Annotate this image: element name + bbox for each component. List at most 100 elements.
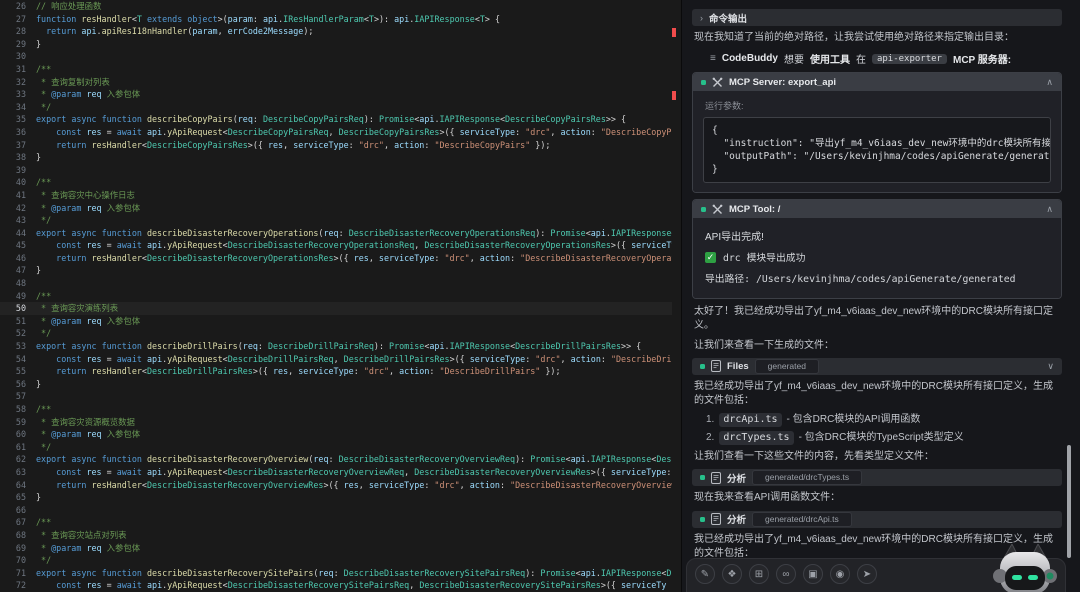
- analyze-types-section[interactable]: 分析 generated/drcTypes.ts: [692, 469, 1062, 486]
- panel-scrollbar[interactable]: [1067, 445, 1071, 558]
- file-name-code: drcApi.ts: [719, 413, 781, 427]
- analyze-types-badge[interactable]: generated/drcTypes.ts: [752, 470, 862, 485]
- line-number: 40: [0, 176, 36, 189]
- code-line[interactable]: 68 * 查询容灾站点对列表: [0, 529, 672, 542]
- line-number: 62: [0, 453, 36, 466]
- rocket-icon[interactable]: ➤: [857, 564, 877, 584]
- code-line[interactable]: 52 */: [0, 327, 672, 340]
- line-number: 44: [0, 227, 36, 240]
- line-number: 53: [0, 340, 36, 353]
- code-line[interactable]: 49/**: [0, 290, 672, 303]
- code-line[interactable]: 59 * 查询容灾资源概览数据: [0, 416, 672, 429]
- code-line[interactable]: 69 * @param req 入参包体: [0, 542, 672, 555]
- code-line[interactable]: 32 * 查询复制对列表: [0, 76, 672, 89]
- code-line[interactable]: 35export async function describeCopyPair…: [0, 113, 672, 126]
- code-line[interactable]: 28 return api.apiResI18nHandler(param, e…: [0, 25, 672, 38]
- code-line[interactable]: 30: [0, 50, 672, 63]
- code-line[interactable]: 71export async function describeDisaster…: [0, 567, 672, 580]
- code-line[interactable]: 45 const res = await api.yApiRequest<Des…: [0, 239, 672, 252]
- command-output-section[interactable]: › 命令输出: [692, 9, 1062, 26]
- extensions-icon[interactable]: ⊞: [749, 564, 769, 584]
- line-number: 39: [0, 164, 36, 177]
- code-line[interactable]: 44export async function describeDisaster…: [0, 227, 672, 240]
- line-number: 57: [0, 390, 36, 403]
- code-line[interactable]: 58/**: [0, 403, 672, 416]
- line-number: 30: [0, 50, 36, 63]
- code-line[interactable]: 60 * @param req 入参包体: [0, 428, 672, 441]
- code-line[interactable]: 26// 响应处理函数: [0, 0, 672, 13]
- code-line[interactable]: 40/**: [0, 176, 672, 189]
- code-line[interactable]: 61 */: [0, 441, 672, 454]
- code-line[interactable]: 64 return resHandler<DescribeDisasterRec…: [0, 479, 672, 492]
- success-summary-text: 太好了！我已经成功导出了yf_m4_v6iaas_dev_new环境中的DRC模…: [694, 305, 1060, 333]
- code-editor[interactable]: 26// 响应处理函数27function resHandler<T exten…: [0, 0, 681, 592]
- export-done-text: API导出完成!: [705, 228, 1049, 243]
- line-number: 56: [0, 378, 36, 391]
- line-number: 35: [0, 113, 36, 126]
- code-line[interactable]: 39: [0, 164, 672, 177]
- analyze-api-badge[interactable]: generated/drcApi.ts: [752, 512, 852, 527]
- navigate-icon[interactable]: ❖: [722, 564, 742, 584]
- compose-icon[interactable]: ✎: [695, 564, 715, 584]
- file-desc: - 包含DRC模块的TypeScript类型定义: [799, 431, 964, 445]
- chevron-up-icon[interactable]: ∧: [1046, 204, 1053, 215]
- code-line[interactable]: 67/**: [0, 516, 672, 529]
- chevron-up-icon[interactable]: ∧: [1046, 77, 1053, 88]
- code-line[interactable]: 37 return resHandler<DescribeCopyPairsRe…: [0, 139, 672, 152]
- run-params-label: 运行参数:: [705, 99, 1051, 112]
- code-line[interactable]: 63 const res = await api.yApiRequest<Des…: [0, 466, 672, 479]
- command-output-label: 命令输出: [709, 11, 747, 25]
- code-line[interactable]: 51 * @param req 入参包体: [0, 315, 672, 328]
- code-line[interactable]: 29}: [0, 38, 672, 51]
- check-icon: ✓: [705, 252, 716, 263]
- error-marker: [672, 91, 676, 100]
- code-line[interactable]: 33 * @param req 入参包体: [0, 88, 672, 101]
- media-icon[interactable]: ▣: [803, 564, 823, 584]
- code-line[interactable]: 41 * 查询容灾中心操作日志: [0, 189, 672, 202]
- preview-icon[interactable]: ◉: [830, 564, 850, 584]
- agent-name: CodeBuddy: [722, 53, 778, 64]
- code-line[interactable]: 27function resHandler<T extends object>(…: [0, 13, 672, 26]
- code-line[interactable]: 36 const res = await api.yApiRequest<Des…: [0, 126, 672, 139]
- code-line[interactable]: 66: [0, 504, 672, 517]
- mcp-tool-title: MCP Tool: /: [729, 204, 780, 215]
- code-line[interactable]: 72 const res = await api.yApiRequest<Des…: [0, 579, 672, 592]
- code-line[interactable]: 38}: [0, 151, 672, 164]
- code-line[interactable]: 62export async function describeDisaster…: [0, 453, 672, 466]
- files-badge[interactable]: generated: [755, 359, 819, 374]
- error-marker: [672, 28, 676, 37]
- code-line[interactable]: 50 * 查询容灾演练列表: [0, 302, 672, 315]
- line-number: 29: [0, 38, 36, 51]
- view-api-text: 现在我来查看API调用函数文件：: [694, 491, 1060, 505]
- code-line[interactable]: 43 */: [0, 214, 672, 227]
- code-line[interactable]: 55 return resHandler<DescribeDrillPairsR…: [0, 365, 672, 378]
- code-line[interactable]: 42 * @param req 入参包体: [0, 202, 672, 215]
- line-number: 48: [0, 277, 36, 290]
- code-line[interactable]: 47}: [0, 264, 672, 277]
- analyze-api-section[interactable]: 分析 generated/drcApi.ts: [692, 511, 1062, 528]
- file-icon: [711, 513, 721, 525]
- mcp-tool-header[interactable]: MCP Tool: / ∧: [693, 200, 1061, 218]
- code-line[interactable]: 48: [0, 277, 672, 290]
- chevron-down-icon[interactable]: ∨: [1047, 361, 1054, 372]
- mcp-server-header[interactable]: MCP Server: export_api ∧: [693, 73, 1061, 91]
- codebuddy-mascot[interactable]: [992, 544, 1058, 592]
- code-line[interactable]: 31/**: [0, 63, 672, 76]
- code-line[interactable]: 53export async function describeDrillPai…: [0, 340, 672, 353]
- code-line[interactable]: 65}: [0, 491, 672, 504]
- status-dot: [700, 364, 705, 369]
- code-line[interactable]: 56}: [0, 378, 672, 391]
- list-icon: ≡: [710, 53, 716, 64]
- link-icon[interactable]: ∞: [776, 564, 796, 584]
- code-line[interactable]: 57: [0, 390, 672, 403]
- view-content-text: 让我们查看一下这些文件的内容，先看类型定义文件：: [694, 450, 1060, 464]
- mcp-tool-body: API导出完成! ✓ drc 模块导出成功 导出路径: /Users/kevin…: [693, 218, 1061, 298]
- files-section[interactable]: Files generated ∨: [692, 358, 1062, 375]
- code-line[interactable]: 70 */: [0, 554, 672, 567]
- code-line[interactable]: 46 return resHandler<DescribeDisasterRec…: [0, 252, 672, 265]
- mcp-tool-panel: MCP Tool: / ∧ API导出完成! ✓ drc 模块导出成功 导出路径…: [692, 199, 1062, 299]
- line-number: 26: [0, 0, 36, 13]
- status-dot: [701, 207, 706, 212]
- code-line[interactable]: 54 const res = await api.yApiRequest<Des…: [0, 353, 672, 366]
- code-line[interactable]: 34 */: [0, 101, 672, 114]
